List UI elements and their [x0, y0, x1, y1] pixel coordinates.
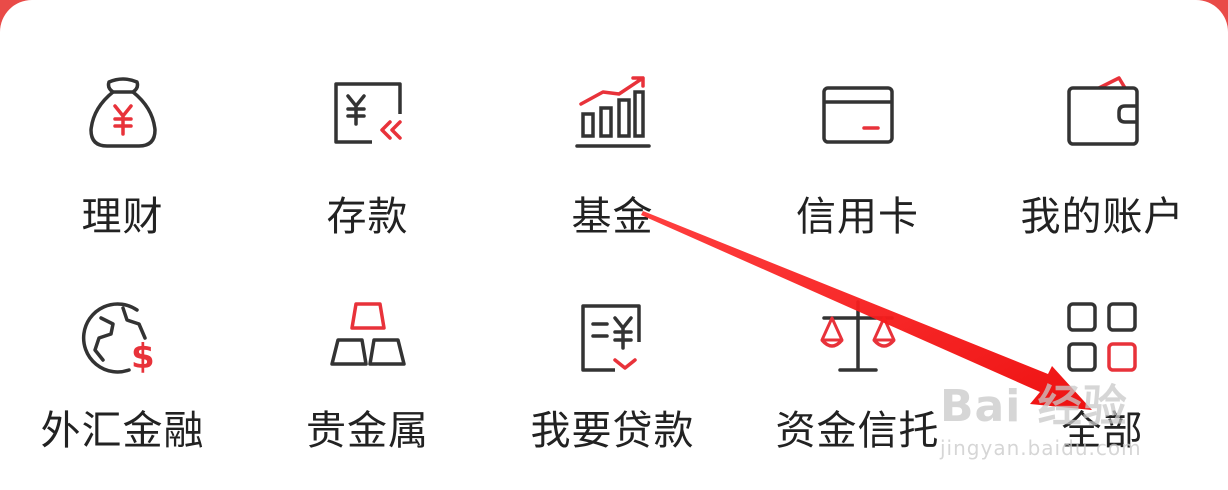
menu-item-label: 资金信托	[775, 408, 940, 454]
scales-icon	[810, 290, 906, 386]
watermark-brand: Bai 经验	[940, 381, 1128, 432]
deposit-icon	[320, 66, 416, 162]
watermark-url: jingyan.baidu.com	[940, 436, 1142, 460]
svg-text:$: $	[131, 337, 155, 377]
menu-item-label: 贵金属	[306, 408, 429, 454]
watermark: Bai 经验 jingyan.baidu.com	[940, 370, 1200, 480]
menu-item-wealth[interactable]: 理财	[0, 48, 245, 258]
gold-bars-icon	[320, 290, 416, 386]
menu-item-loan[interactable]: 我要贷款	[490, 290, 735, 490]
menu-item-my-account[interactable]: 我的账户	[980, 48, 1225, 258]
menu-item-deposit[interactable]: 存款	[245, 48, 490, 258]
menu-item-label: 信用卡	[796, 194, 919, 240]
menu-item-label: 外汇金融	[40, 408, 205, 454]
menu-item-fund[interactable]: 基金	[490, 48, 735, 258]
menu-item-label: 理财	[81, 194, 164, 240]
menu-item-label: 我要贷款	[530, 408, 695, 454]
menu-item-credit-card[interactable]: 信用卡	[735, 48, 980, 258]
fund-chart-icon	[565, 66, 661, 162]
wallet-icon	[1055, 66, 1151, 162]
menu-panel: 理财 存款 基金 信用卡 我的账户 $ 外汇金融 贵金属 我要贷款 资金信托 全…	[0, 0, 1228, 490]
menu-item-label: 基金	[571, 194, 654, 240]
menu-item-forex[interactable]: $ 外汇金融	[0, 290, 245, 490]
loan-document-icon	[565, 290, 661, 386]
menu-item-label: 存款	[326, 194, 409, 240]
money-bag-icon	[75, 66, 171, 162]
menu-item-label: 我的账户	[1020, 194, 1185, 240]
globe-dollar-icon: $	[75, 290, 171, 386]
menu-item-precious-metals[interactable]: 贵金属	[245, 290, 490, 490]
credit-card-icon	[810, 66, 906, 162]
